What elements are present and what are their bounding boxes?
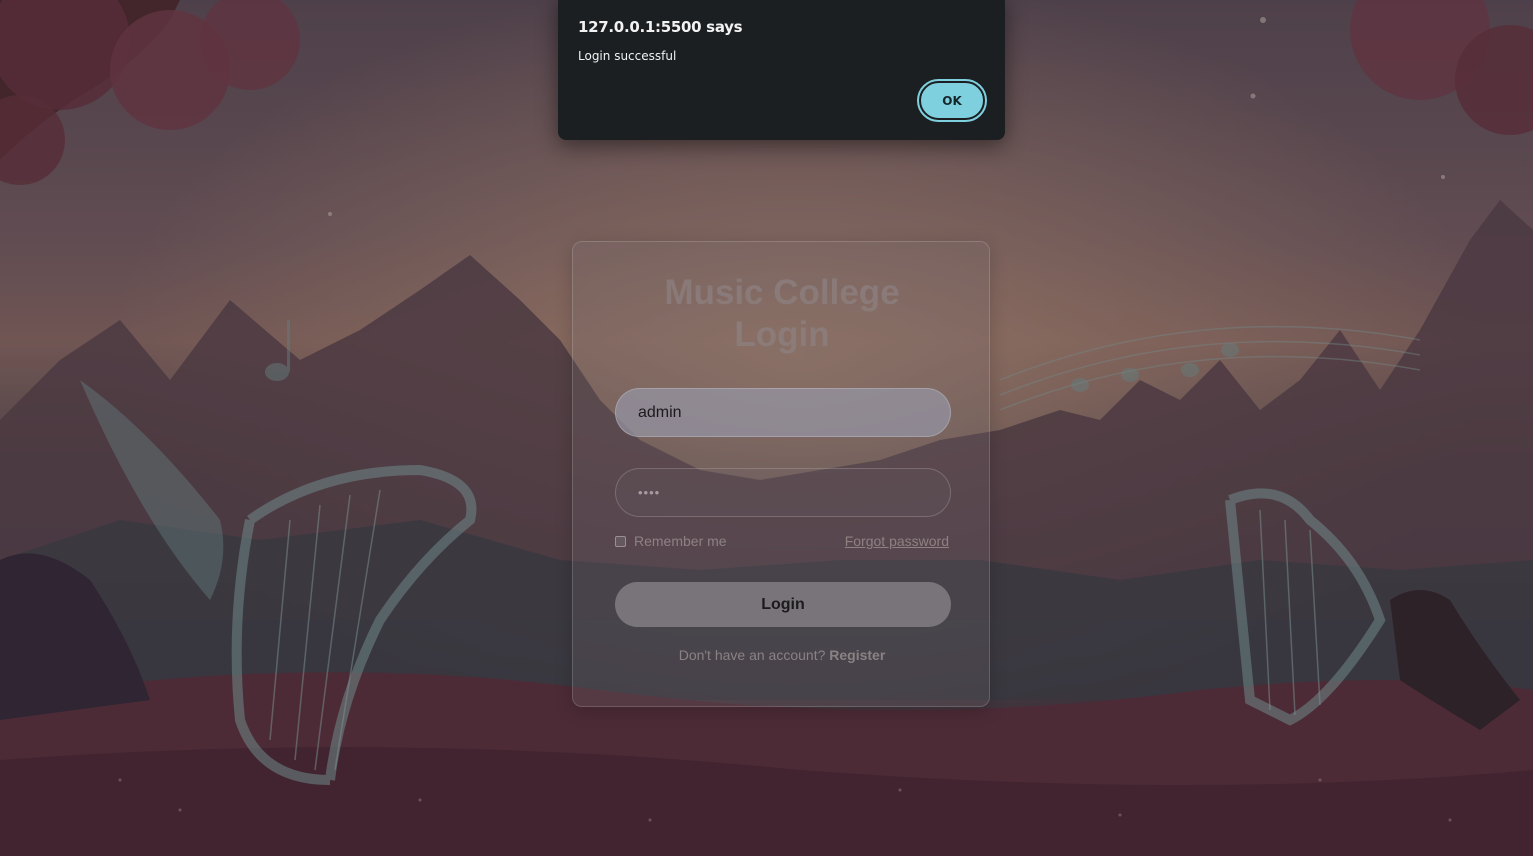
remember-me[interactable]: Remember me xyxy=(615,532,727,550)
login-title: Music College Login xyxy=(573,272,991,356)
login-title-line2: Login xyxy=(734,315,830,354)
forgot-password-link[interactable]: Forgot password xyxy=(845,533,949,549)
register-link[interactable]: Register xyxy=(829,647,885,663)
alert-dialog: 127.0.0.1:5500 says Login successful OK xyxy=(558,0,1005,140)
login-button[interactable]: Login xyxy=(615,582,951,627)
remember-me-checkbox[interactable] xyxy=(615,535,626,547)
register-prompt: Don't have an account? Register xyxy=(573,647,991,663)
alert-origin: 127.0.0.1:5500 says xyxy=(578,18,743,36)
remember-me-label: Remember me xyxy=(634,533,727,549)
login-card: Music College Login Remember me Forgot p… xyxy=(572,241,990,707)
password-input[interactable] xyxy=(615,468,951,517)
username-input[interactable] xyxy=(615,388,951,437)
alert-ok-button[interactable]: OK xyxy=(917,79,987,122)
register-prompt-text: Don't have an account? xyxy=(678,647,826,663)
alert-message: Login successful xyxy=(578,49,677,63)
login-title-line1: Music College xyxy=(664,273,900,312)
